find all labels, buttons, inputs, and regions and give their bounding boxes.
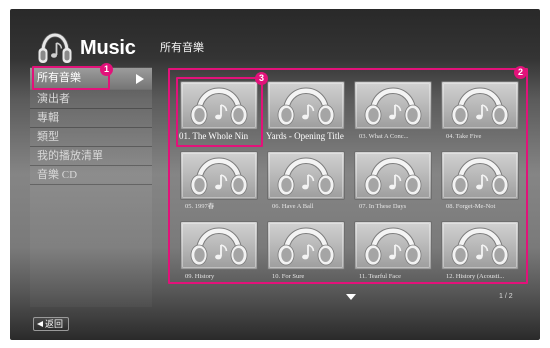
sidebar-item-label: 音樂 CD [37, 169, 78, 181]
back-button[interactable]: 返回 [33, 317, 69, 331]
sidebar: 所有音樂 演出者 專輯 類型 我的播放清單 音樂 CD [30, 67, 152, 307]
back-button-label: 返回 [45, 319, 64, 329]
triangle-right-icon [136, 74, 144, 84]
annotation-badge: 2 [514, 66, 527, 79]
sidebar-item-label: 演出者 [37, 93, 70, 105]
music-screen: Music 所有音樂 所有音樂 演出者 專輯 類型 我的播放清單 音樂 CD 0… [10, 9, 540, 340]
sidebar-item-label: 專輯 [37, 112, 59, 124]
sidebar-item-genres[interactable]: 類型 [30, 128, 152, 147]
page-indicator: 1 / 2 [499, 293, 513, 300]
page-title: 所有音樂 [160, 42, 204, 54]
app-title: Music [80, 37, 136, 59]
annotation-badge: 1 [100, 63, 113, 76]
sidebar-item-my-playlists[interactable]: 我的播放清單 [30, 147, 152, 166]
sidebar-item-music-cd[interactable]: 音樂 CD [30, 166, 152, 185]
sidebar-item-artists[interactable]: 演出者 [30, 90, 152, 109]
page: Music 所有音樂 所有音樂 演出者 專輯 類型 我的播放清單 音樂 CD 0… [0, 0, 550, 348]
triangle-down-icon[interactable] [346, 294, 356, 300]
sidebar-item-label: 類型 [37, 131, 59, 143]
annotation-box-album [176, 77, 263, 147]
sidebar-item-label: 我的播放清單 [37, 150, 103, 162]
sidebar-item-albums[interactable]: 專輯 [30, 109, 152, 128]
annotation-box-sidebar [32, 66, 110, 90]
annotation-badge: 3 [255, 72, 268, 85]
triangle-left-icon [37, 321, 43, 327]
headphones-icon [38, 32, 72, 63]
